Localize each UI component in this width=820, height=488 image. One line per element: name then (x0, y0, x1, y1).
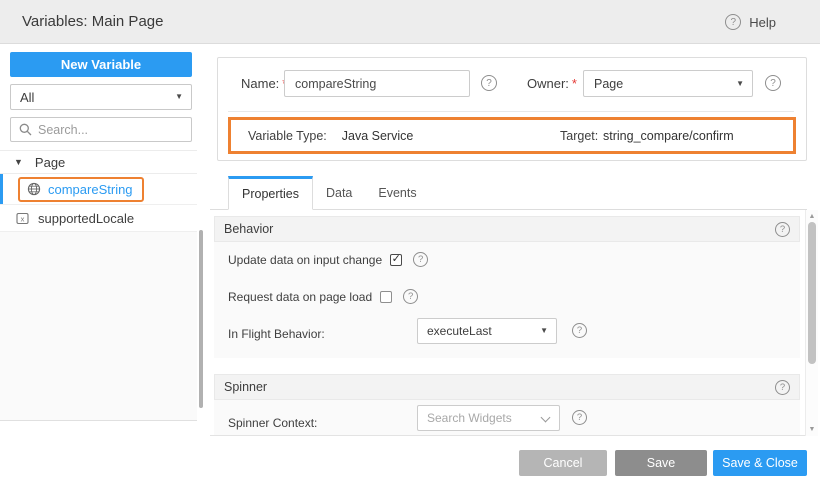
inflight-select[interactable]: executeLast (417, 318, 557, 344)
owner-value: Page (594, 77, 623, 91)
inflight-help-icon[interactable]: ? (572, 323, 587, 338)
static-variable-icon: x (16, 212, 29, 225)
variable-type-highlight-box: Variable Type: Java Service Target: stri… (228, 117, 796, 154)
tree-item-label: supportedLocale (38, 211, 134, 226)
variables-dialog: Variables: Main Page ? Help New Variable… (0, 0, 820, 488)
chevron-down-icon (541, 413, 551, 423)
variables-sidebar: New Variable All Page (0, 44, 197, 421)
spinner-section-body: Spinner Context: Search Widgets ? (214, 400, 800, 436)
behavior-title: Behavior (224, 222, 273, 236)
search-icon (19, 123, 32, 136)
variable-summary-card: Name:* ? Owner:* Page ? Variable Type: J… (217, 57, 807, 161)
spinner-context-select[interactable]: Search Widgets (417, 405, 560, 431)
scrollbar-up-icon[interactable] (806, 213, 818, 220)
spinner-section: Spinner ? Spinner Context: Search Widget… (214, 374, 800, 436)
highlight-outline: compareString (18, 177, 144, 202)
help-label: Help (749, 15, 776, 30)
tree-item-supportedlocale[interactable]: x supportedLocale (0, 205, 197, 232)
dialog-header: Variables: Main Page ? Help (0, 0, 820, 44)
request-data-help-icon[interactable]: ? (403, 289, 418, 304)
cancel-button[interactable]: Cancel (519, 450, 607, 476)
tab-bar: Properties Data Events (210, 176, 807, 210)
owner-select[interactable]: Page (583, 70, 753, 97)
tab-data[interactable]: Data (313, 176, 365, 209)
caret-down-icon (540, 327, 548, 335)
spinner-context-row: Spinner Context: (228, 410, 317, 436)
name-input[interactable] (284, 70, 470, 97)
tab-properties[interactable]: Properties (228, 176, 313, 210)
help-question-icon: ? (725, 14, 741, 30)
scrollbar-thumb[interactable] (808, 222, 816, 364)
update-data-row: Update data on input change ? (228, 252, 428, 267)
variable-type-value: Java Service (342, 129, 414, 143)
tree-group-page[interactable]: Page (0, 150, 197, 174)
spinner-section-header: Spinner ? (214, 374, 800, 400)
behavior-section-header: Behavior ? (214, 216, 800, 242)
name-help-icon[interactable]: ? (481, 75, 497, 91)
tree-item-comparestring[interactable]: compareString (0, 174, 197, 205)
svg-text:x: x (21, 214, 25, 223)
properties-scrollbar[interactable] (805, 210, 818, 436)
scrollbar-down-icon[interactable] (806, 426, 818, 433)
selected-indicator (0, 174, 3, 204)
new-variable-button[interactable]: New Variable (10, 52, 192, 77)
chevron-down-icon[interactable] (14, 158, 23, 167)
save-button[interactable]: Save (615, 450, 707, 476)
tab-events[interactable]: Events (365, 176, 429, 209)
sidebar-search (10, 117, 192, 142)
request-data-label: Request data on page load (228, 290, 372, 304)
variable-filter-select[interactable]: All (10, 84, 192, 110)
required-asterisk: * (572, 76, 577, 91)
request-data-row: Request data on page load ? (228, 289, 418, 304)
behavior-section: Behavior ? Update data on input change ?… (214, 216, 800, 358)
spinner-context-label: Spinner Context: (228, 416, 317, 430)
variable-type-label: Variable Type: (248, 129, 327, 143)
variable-filter-value: All (20, 90, 34, 105)
behavior-section-body: Update data on input change ? Request da… (214, 242, 800, 358)
update-data-help-icon[interactable]: ? (413, 252, 428, 267)
behavior-help-icon[interactable]: ? (775, 222, 790, 237)
help-button[interactable]: ? Help (725, 0, 776, 44)
update-data-label: Update data on input change (228, 253, 382, 267)
sidebar-empty-area (0, 232, 197, 420)
inflight-row: In Flight Behavior: (228, 321, 325, 347)
divider (228, 111, 794, 112)
name-label: Name:* (241, 76, 287, 91)
caret-down-icon (736, 80, 744, 88)
update-data-checkbox[interactable] (390, 254, 402, 266)
request-data-checkbox[interactable] (380, 291, 392, 303)
owner-label: Owner:* (527, 76, 577, 91)
tree-item-label: compareString (48, 182, 133, 197)
sidebar-scrollbar-thumb[interactable] (199, 230, 203, 408)
tree-group-label: Page (35, 155, 65, 170)
target-value: string_compare/confirm (603, 129, 734, 143)
page-title: Variables: Main Page (22, 0, 163, 44)
save-close-button[interactable]: Save & Close (713, 450, 807, 476)
service-variable-icon (27, 182, 41, 196)
spinner-context-placeholder: Search Widgets (427, 411, 512, 425)
search-input[interactable] (38, 123, 183, 137)
spinner-title: Spinner (224, 380, 267, 394)
inflight-label: In Flight Behavior: (228, 327, 325, 341)
owner-help-icon[interactable]: ? (765, 75, 781, 91)
inflight-value: executeLast (427, 324, 492, 338)
spinner-help-icon[interactable]: ? (775, 380, 790, 395)
spinner-context-help-icon[interactable]: ? (572, 410, 587, 425)
target-label: Target: (560, 129, 598, 143)
caret-down-icon (175, 93, 183, 101)
properties-panel: Behavior ? Update data on input change ?… (210, 210, 805, 436)
